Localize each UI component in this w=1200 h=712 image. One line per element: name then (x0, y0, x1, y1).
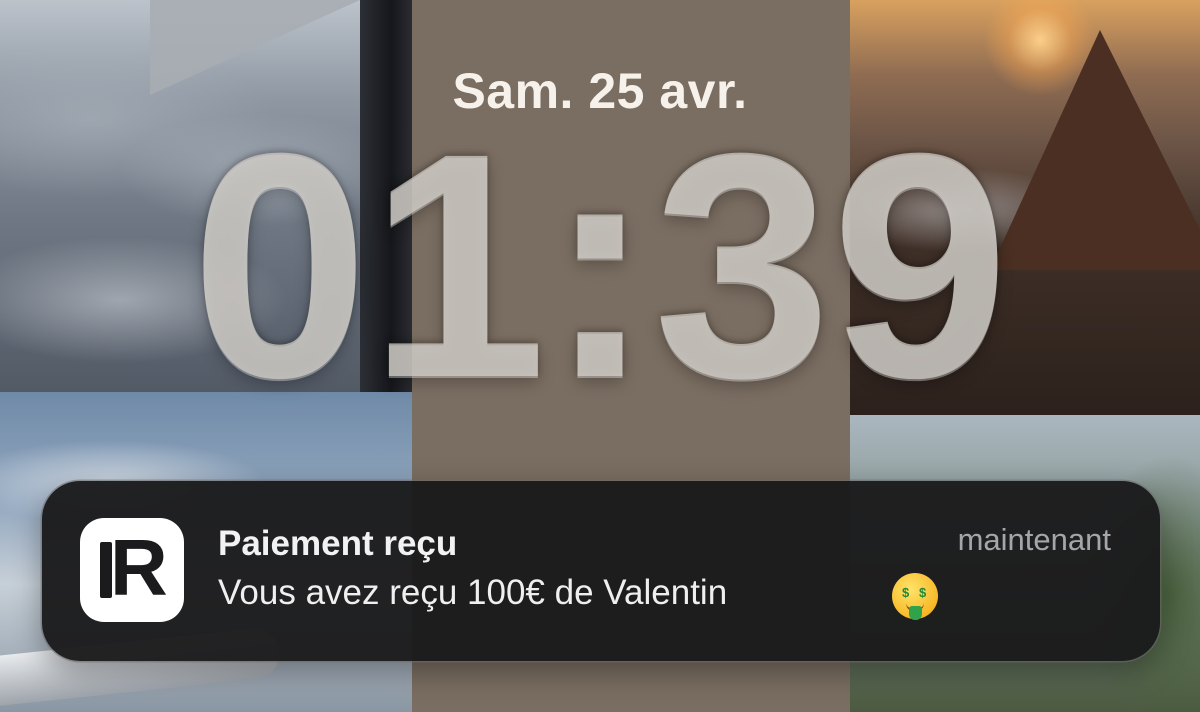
notification-card[interactable]: R Paiement reçu Vous avez reçu 100€ de V… (42, 481, 1160, 661)
money-mouth-face-icon: $ $ (892, 573, 938, 620)
lock-screen-clock: 01:39 (190, 86, 1010, 444)
notification-body: Vous avez reçu 100€ de Valentin (218, 573, 728, 612)
emoji-tongue (909, 606, 922, 620)
icon-letter-r: R (110, 523, 168, 612)
revolut-app-icon: R (80, 518, 184, 622)
emoji-eye-right: $ (919, 585, 927, 600)
notification-title: Paiement reçu (218, 524, 458, 563)
emoji-eye-left: $ (902, 585, 910, 600)
notification-timestamp: maintenant (957, 522, 1111, 557)
